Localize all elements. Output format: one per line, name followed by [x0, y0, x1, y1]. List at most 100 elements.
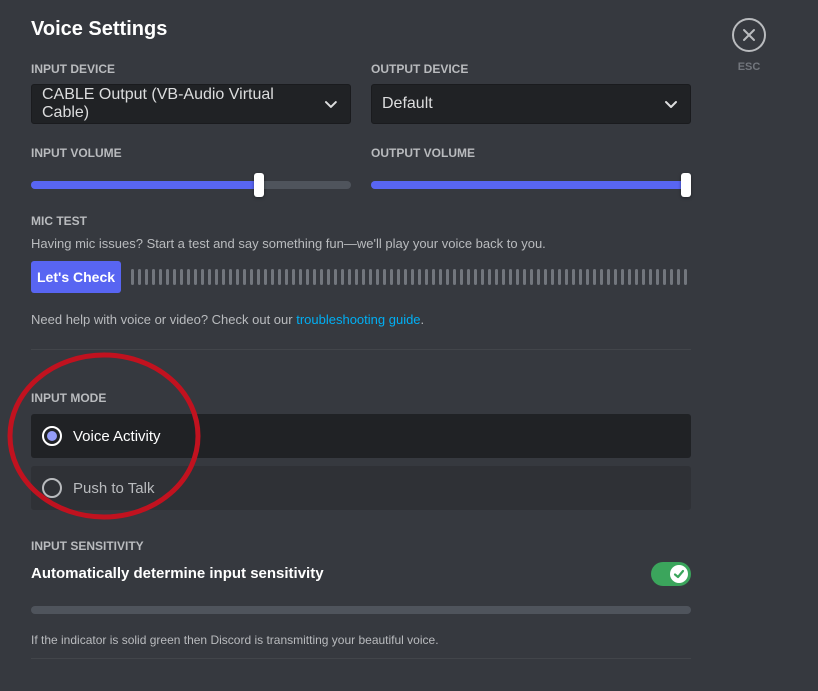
radio-unselected-icon	[42, 478, 62, 498]
output-device-value: Default	[382, 95, 433, 112]
chevron-down-icon	[325, 101, 338, 108]
input-mode-option-voice-activity[interactable]: Voice Activity	[31, 414, 691, 458]
meter-bar	[376, 269, 379, 285]
close-icon	[743, 29, 755, 41]
meter-bar	[131, 269, 134, 285]
esc-label: ESC	[737, 61, 761, 73]
output-volume-label: OUTPUT VOLUME	[371, 146, 475, 160]
meter-bar	[222, 269, 225, 285]
input-device-select[interactable]: CABLE Output (VB-Audio Virtual Cable)	[31, 84, 351, 124]
auto-sensitivity-label: Automatically determine input sensitivit…	[31, 565, 324, 582]
mic-level-meter	[131, 269, 691, 285]
meter-bar	[432, 269, 435, 285]
troubleshooting-guide-link[interactable]: troubleshooting guide	[296, 312, 420, 327]
output-device-select[interactable]: Default	[371, 84, 691, 124]
sensitivity-indicator-bar	[31, 606, 691, 614]
radio-selected-icon	[42, 426, 62, 446]
meter-bar	[243, 269, 246, 285]
meter-bar	[299, 269, 302, 285]
meter-bar	[250, 269, 253, 285]
meter-bar	[579, 269, 582, 285]
meter-bar	[502, 269, 505, 285]
meter-bar	[292, 269, 295, 285]
lets-check-button[interactable]: Let's Check	[31, 261, 121, 293]
meter-bar	[425, 269, 428, 285]
page-title: Voice Settings	[31, 18, 168, 40]
meter-bar	[236, 269, 239, 285]
output-device-label: OUTPUT DEVICE	[371, 62, 469, 76]
meter-bar	[180, 269, 183, 285]
meter-bar	[509, 269, 512, 285]
chevron-down-icon	[665, 101, 677, 108]
meter-bar	[159, 269, 162, 285]
meter-bar	[453, 269, 456, 285]
meter-bar	[516, 269, 519, 285]
meter-bar	[600, 269, 603, 285]
meter-bar	[488, 269, 491, 285]
meter-bar	[418, 269, 421, 285]
output-volume-fill	[371, 181, 686, 189]
meter-bar	[271, 269, 274, 285]
help-text: Need help with voice or video? Check out…	[31, 312, 424, 327]
toggle-knob	[670, 565, 688, 583]
meter-bar	[481, 269, 484, 285]
meter-bar	[404, 269, 407, 285]
meter-bar	[523, 269, 526, 285]
meter-bar	[152, 269, 155, 285]
meter-bar	[670, 269, 673, 285]
input-volume-slider[interactable]	[31, 173, 351, 197]
meter-bar	[649, 269, 652, 285]
meter-bar	[446, 269, 449, 285]
meter-bar	[411, 269, 414, 285]
input-mode-option-push-to-talk[interactable]: Push to Talk	[31, 466, 691, 510]
meter-bar	[439, 269, 442, 285]
meter-bar	[208, 269, 211, 285]
meter-bar	[467, 269, 470, 285]
meter-bar	[551, 269, 554, 285]
input-volume-fill	[31, 181, 259, 189]
meter-bar	[628, 269, 631, 285]
output-volume-slider[interactable]	[371, 173, 691, 197]
option-label: Push to Talk	[73, 479, 155, 497]
meter-bar	[586, 269, 589, 285]
meter-bar	[537, 269, 540, 285]
section-divider	[31, 349, 691, 350]
meter-bar	[194, 269, 197, 285]
auto-sensitivity-toggle[interactable]	[651, 562, 691, 586]
meter-bar	[334, 269, 337, 285]
bottom-divider	[31, 658, 691, 659]
input-volume-handle[interactable]	[254, 173, 264, 197]
meter-bar	[397, 269, 400, 285]
meter-bar	[166, 269, 169, 285]
mic-test-label: MIC TEST	[31, 214, 87, 228]
meter-bar	[229, 269, 232, 285]
input-volume-label: INPUT VOLUME	[31, 146, 122, 160]
meter-bar	[313, 269, 316, 285]
input-mode-label: INPUT MODE	[31, 391, 107, 405]
meter-bar	[173, 269, 176, 285]
meter-bar	[264, 269, 267, 285]
meter-bar	[607, 269, 610, 285]
meter-bar	[495, 269, 498, 285]
input-device-value: CABLE Output (VB-Audio Virtual Cable)	[42, 86, 274, 121]
meter-bar	[355, 269, 358, 285]
meter-bar	[642, 269, 645, 285]
output-volume-handle[interactable]	[681, 173, 691, 197]
meter-bar	[460, 269, 463, 285]
help-prefix: Need help with voice or video? Check out…	[31, 312, 297, 327]
close-button[interactable]	[732, 18, 766, 52]
meter-bar	[215, 269, 218, 285]
meter-bar	[306, 269, 309, 285]
meter-bar	[677, 269, 680, 285]
check-icon	[673, 569, 685, 579]
meter-bar	[684, 269, 687, 285]
option-label: Voice Activity	[73, 427, 161, 445]
meter-bar	[635, 269, 638, 285]
meter-bar	[663, 269, 666, 285]
help-suffix: .	[420, 312, 425, 327]
meter-bar	[257, 269, 260, 285]
meter-bar	[593, 269, 596, 285]
meter-bar	[327, 269, 330, 285]
meter-bar	[383, 269, 386, 285]
mic-test-description: Having mic issues? Start a test and say …	[31, 236, 546, 251]
